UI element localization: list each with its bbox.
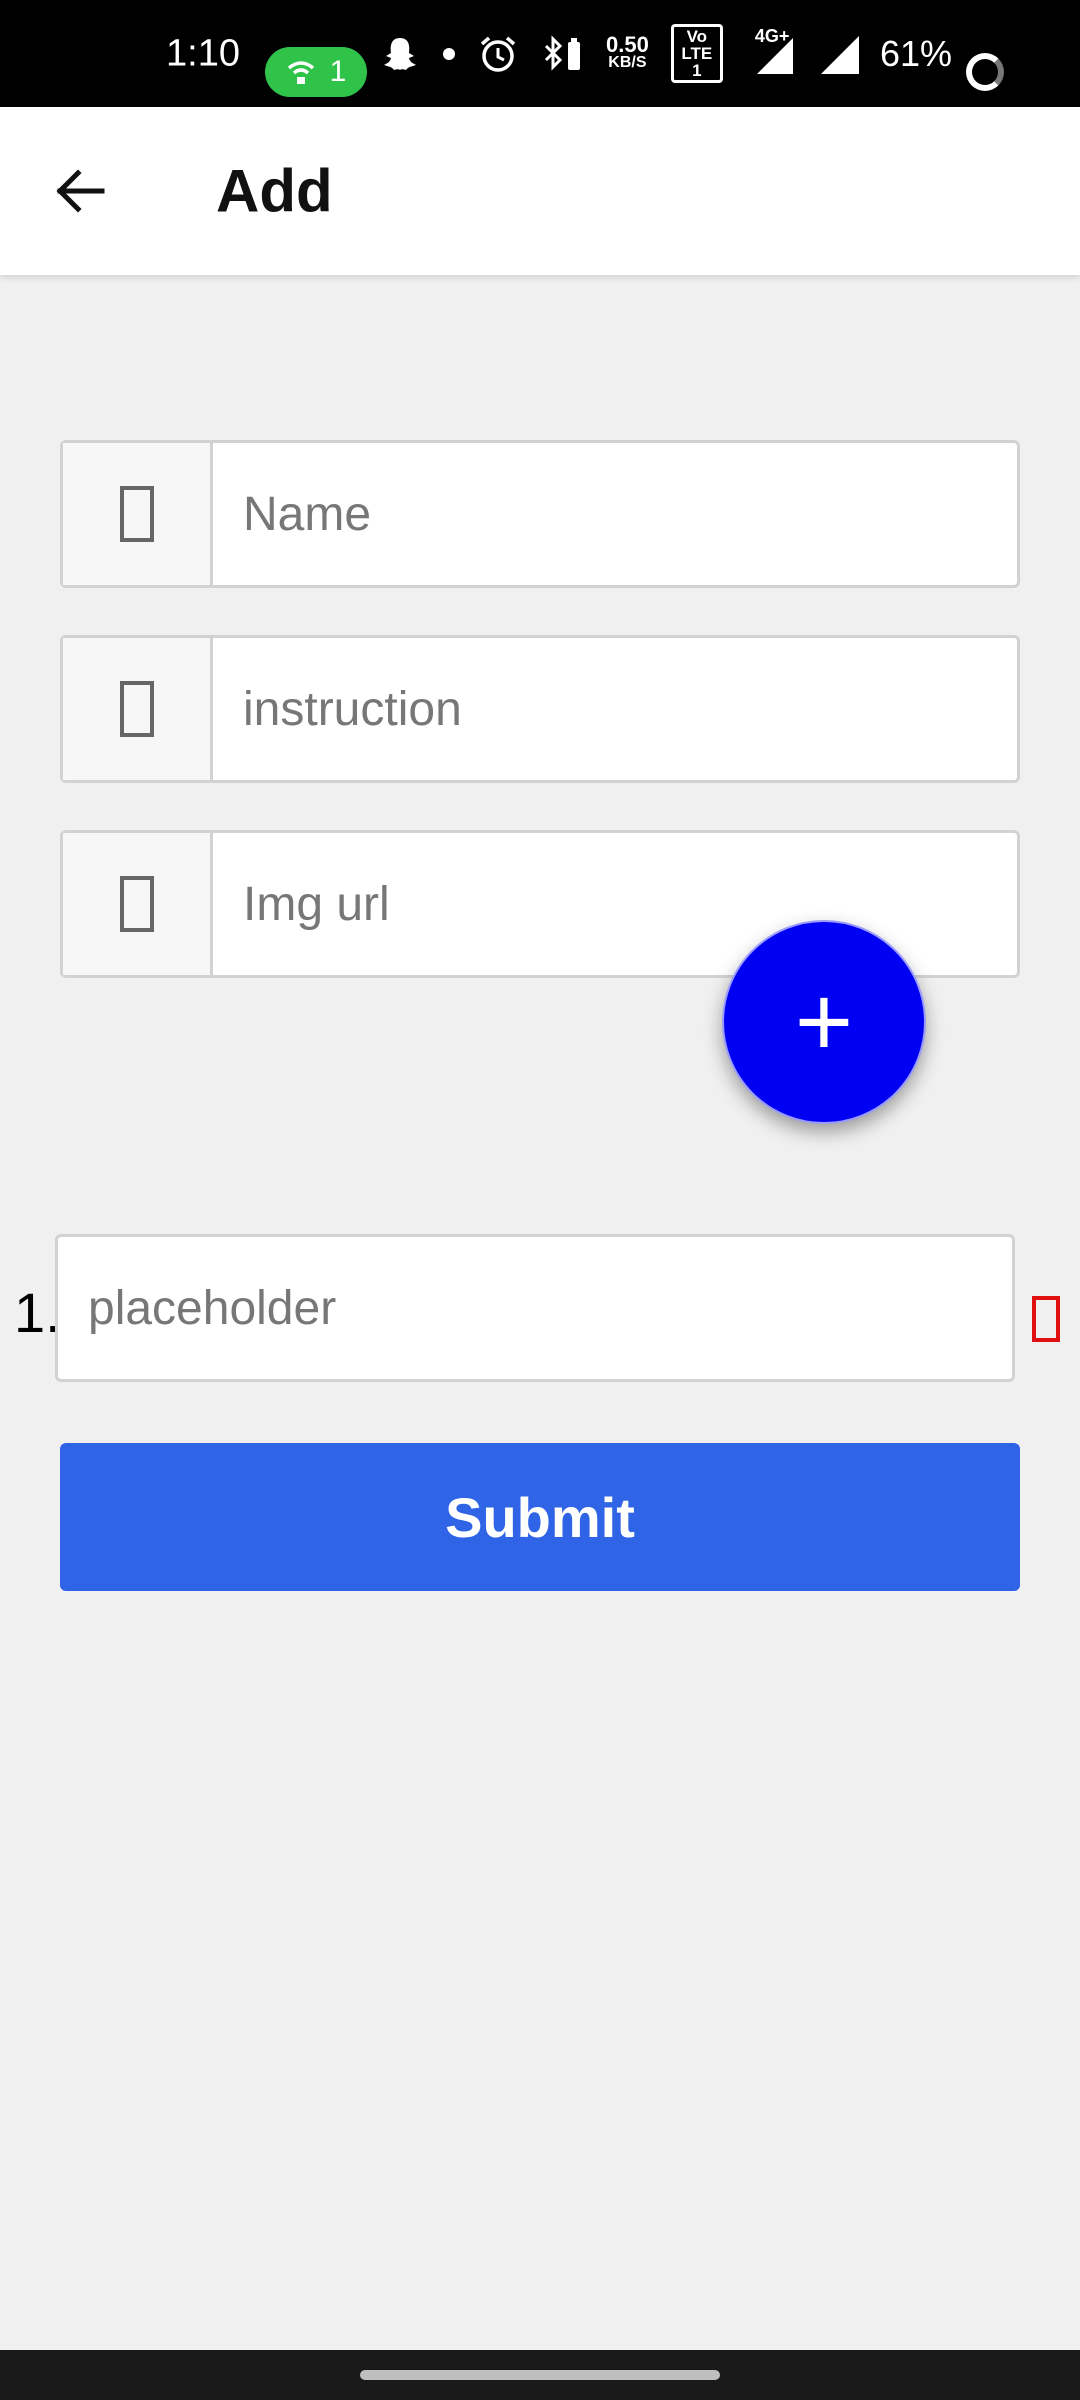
alarm-icon [480, 36, 516, 72]
arrow-left-icon [56, 169, 105, 213]
add-step-button[interactable]: + [722, 920, 926, 1124]
navigation-bar [0, 2350, 1080, 2400]
name-field-group [60, 440, 1020, 588]
step-input[interactable] [58, 1237, 1012, 1379]
dot-icon [443, 47, 455, 60]
wifi-hotspot-pill: 1 [265, 47, 367, 97]
placeholder-glyph-icon [119, 876, 154, 932]
placeholder-glyph-icon [119, 681, 154, 737]
bluetooth-battery-icon [544, 34, 580, 71]
signal-4g: 4G+ [745, 26, 795, 76]
volte-badge: Vo LTE 1 [670, 24, 723, 83]
home-gesture-handle[interactable] [360, 2370, 720, 2380]
wifi-count: 1 [329, 55, 347, 88]
battery-icon [966, 53, 1004, 91]
img-url-field-addon [63, 833, 213, 975]
instruction-input[interactable] [213, 638, 1017, 780]
snapchat-icon [384, 37, 416, 70]
delete-icon[interactable] [1032, 1296, 1060, 1342]
plus-icon: + [794, 966, 854, 1078]
signal-icon [756, 37, 793, 74]
step-number: 1. [14, 1281, 61, 1344]
status-icons: 0.50 KB/S Vo LTE 1 4G+ [380, 0, 861, 107]
placeholder-glyph-icon [119, 486, 154, 542]
submit-button[interactable]: Submit [60, 1443, 1020, 1591]
name-input[interactable] [213, 443, 1017, 585]
battery-percent: 61% [880, 32, 953, 74]
status-bar: 1:10 1 0.50 KB/S Vo LTE 1 4G+ 61% [0, 0, 1080, 107]
page-title: Add [216, 157, 333, 225]
net-speed: 0.50 KB/S [606, 31, 649, 71]
app-bar: Add [0, 107, 1080, 275]
status-time: 1:10 [166, 32, 240, 74]
instruction-field-group [60, 635, 1020, 783]
signal-icon-2 [820, 35, 859, 74]
step-field-group [55, 1234, 1015, 1382]
instruction-field-addon [63, 638, 213, 780]
back-button[interactable] [40, 151, 120, 231]
wifi-icon [287, 61, 314, 84]
name-field-addon [63, 443, 213, 585]
